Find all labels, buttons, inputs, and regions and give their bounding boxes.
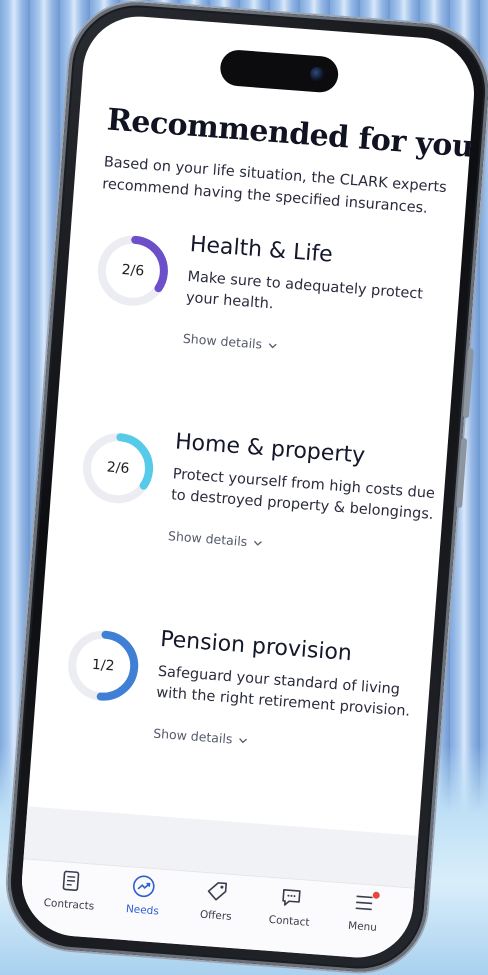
- need-description: Make sure to adequately protect your hea…: [185, 268, 424, 313]
- chat-bubble-icon: [281, 888, 301, 906]
- progress-ratio: 2/6: [121, 261, 145, 280]
- need-description: Safeguard your standard of living with t…: [155, 663, 411, 720]
- show-details-link[interactable]: Show details: [182, 331, 278, 353]
- tab-menu[interactable]: Menu: [325, 888, 400, 960]
- tab-offers[interactable]: Offers: [179, 877, 254, 949]
- phone-device: Recommended for you Based on your life s…: [2, 0, 488, 975]
- chevron-down-icon: [269, 342, 278, 348]
- progress-ring: 1/2: [64, 626, 143, 705]
- show-details-link[interactable]: Show details: [153, 726, 249, 748]
- show-details-label: Show details: [182, 330, 263, 352]
- tab-label: Offers: [199, 908, 233, 923]
- chevron-down-icon: [254, 540, 263, 546]
- tab-label: Contracts: [43, 896, 95, 913]
- show-details-label: Show details: [167, 528, 248, 550]
- progress-ratio: 2/6: [106, 459, 130, 478]
- app-screen: Recommended for you Based on your life s…: [17, 12, 479, 962]
- need-description: Protect yourself from high costs due to …: [170, 466, 436, 523]
- tab-label: Menu: [347, 919, 378, 934]
- chevron-down-icon: [239, 737, 248, 743]
- tab-needs[interactable]: Needs: [105, 872, 180, 944]
- notification-badge: [372, 891, 381, 900]
- show-details-label: Show details: [152, 725, 233, 747]
- need-card-health-life[interactable]: 2/6 Health & Life Make sure to adequatel…: [86, 225, 442, 422]
- main-content: Recommended for you Based on your life s…: [57, 102, 475, 817]
- dynamic-island: [219, 48, 340, 94]
- camera-icon: [309, 66, 325, 82]
- need-card-pension-provision[interactable]: 1/2 Pension provision Safeguard your sta…: [57, 620, 413, 817]
- document-icon: [62, 870, 80, 891]
- need-card-home-property[interactable]: 2/6 Home & property Protect yourself fro…: [71, 423, 435, 620]
- tab-label: Needs: [125, 903, 160, 918]
- trend-up-icon: [133, 875, 155, 898]
- page-title: Recommended for you: [105, 102, 475, 165]
- page-subtitle: Based on your life situation, the CLARK …: [101, 154, 448, 217]
- progress-ratio: 1/2: [91, 656, 116, 675]
- tab-contracts[interactable]: Contracts: [32, 866, 107, 938]
- tab-label: Contact: [268, 913, 310, 929]
- tag-icon: [207, 882, 227, 901]
- progress-ring: 2/6: [93, 231, 172, 310]
- tab-contact[interactable]: Contact: [252, 883, 327, 955]
- progress-ring: 2/6: [78, 429, 157, 508]
- show-details-link[interactable]: Show details: [168, 528, 264, 550]
